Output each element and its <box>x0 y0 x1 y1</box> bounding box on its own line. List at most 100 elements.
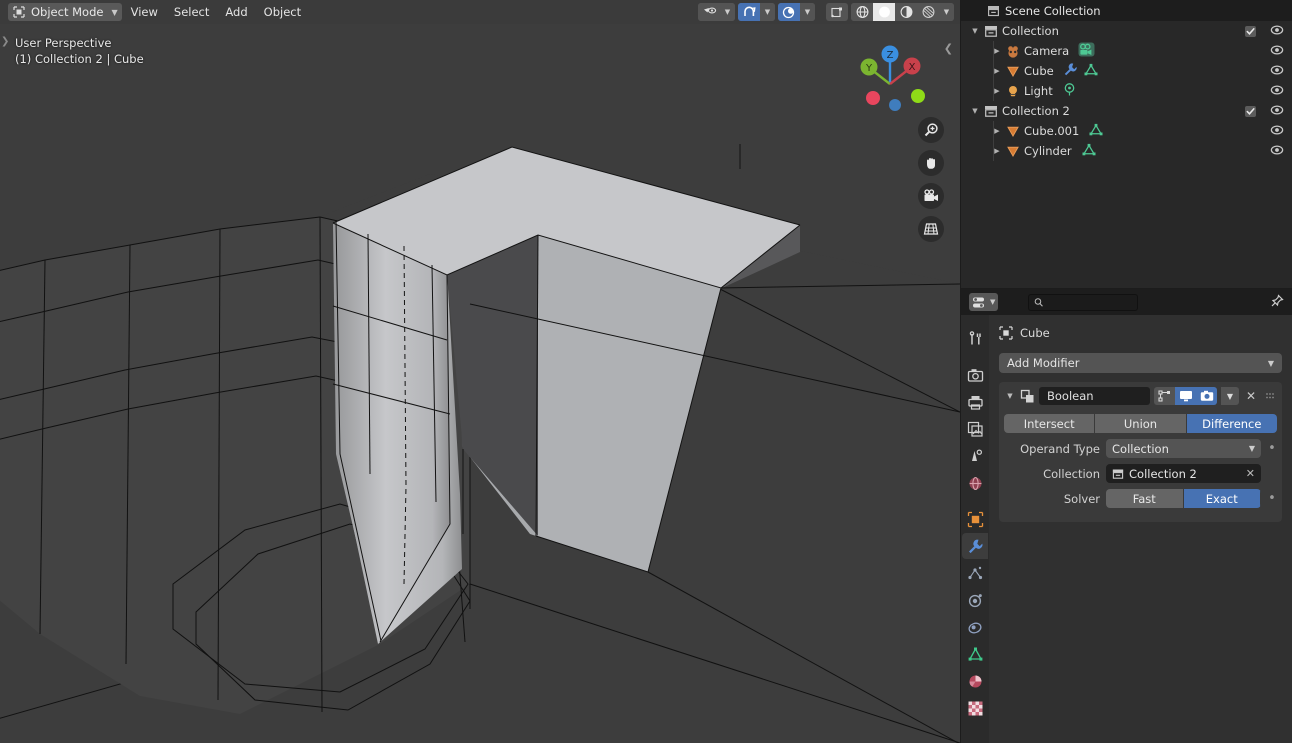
outliner-visibility-toggle[interactable] <box>1270 44 1284 59</box>
outliner-row-cube-001[interactable]: ▶ Cube.001 <box>961 121 1292 141</box>
outliner-expand-toggle[interactable]: ▼ <box>969 107 981 115</box>
chevron-down-icon[interactable]: ▼ <box>760 3 775 21</box>
pin-icon <box>1271 293 1284 306</box>
properties-tab-particles[interactable] <box>962 560 988 586</box>
edit-mode-icon[interactable] <box>1154 387 1175 405</box>
search-input[interactable] <box>1047 296 1133 308</box>
camera-view-tool[interactable] <box>918 183 944 209</box>
boolean-op-difference[interactable]: Difference <box>1186 414 1277 433</box>
pin-button[interactable] <box>1270 293 1284 311</box>
proportional-edit-icon[interactable] <box>778 3 800 21</box>
properties-tab-view-layer[interactable] <box>962 416 988 442</box>
transform-pivot-icon[interactable] <box>826 3 848 21</box>
navigation-gizmo[interactable]: Z Y X <box>848 36 932 120</box>
outliner-visibility-toggle[interactable] <box>1270 104 1284 119</box>
modifier-name-field[interactable]: Boolean <box>1039 387 1150 405</box>
mode-selector[interactable]: Object Mode ▼ <box>8 3 122 21</box>
mesh-data-icon[interactable] <box>1088 122 1104 140</box>
outliner-visibility-toggle[interactable] <box>1270 84 1284 99</box>
outliner-row-cylinder[interactable]: ▶ Cylinder <box>961 141 1292 161</box>
modifier-collapse-toggle[interactable]: ▼ <box>1004 392 1016 400</box>
rendered-sphere-icon[interactable] <box>917 3 939 21</box>
outliner-checkbox[interactable] <box>1245 105 1256 117</box>
outliner-checkbox[interactable] <box>1245 25 1256 37</box>
properties-tab-scene[interactable] <box>962 443 988 469</box>
camera-icon[interactable] <box>1196 387 1217 405</box>
breadcrumb-object-label: Cube <box>1020 326 1050 340</box>
properties-tab-texture[interactable] <box>962 695 988 721</box>
editor-type-selector[interactable]: ▼ <box>969 293 999 311</box>
properties-tab-modifiers[interactable] <box>962 533 988 559</box>
camera-object-icon[interactable] <box>1078 42 1095 60</box>
3d-viewport[interactable]: ❯ User Perspective (1) Collection 2 | Cu… <box>0 24 960 743</box>
clear-collection-button[interactable]: ✕ <box>1246 467 1255 480</box>
outliner-tree[interactable]: ▼ Collection ▶ Camera ▶ Cube ▶ Light ▼ Collection… <box>961 21 1292 161</box>
outliner-row-camera[interactable]: ▶ Camera <box>961 41 1292 61</box>
eye-cursor-icon[interactable] <box>698 3 720 21</box>
properties-tab-material[interactable] <box>962 668 988 694</box>
drag-grip-icon[interactable] <box>1263 391 1277 401</box>
menu-object[interactable]: Object <box>257 3 308 21</box>
chevron-down-icon[interactable]: ▼ <box>800 3 815 21</box>
properties-tab-render[interactable] <box>962 362 988 388</box>
chevron-down-icon[interactable]: ▼ <box>939 3 954 21</box>
outliner-visibility-toggle[interactable] <box>1270 24 1284 39</box>
visibility-filter-group[interactable]: ▼ <box>698 3 735 21</box>
outliner-row-light[interactable]: ▶ Light <box>961 81 1292 101</box>
boolean-operation-selector[interactable]: Intersect Union Difference <box>1004 414 1277 433</box>
sidebar-expand-right-icon[interactable]: ❮ <box>944 42 953 55</box>
add-modifier-button[interactable]: Add Modifier ▼ <box>999 353 1282 373</box>
sidebar-expand-left-icon[interactable]: ❯ <box>1 36 9 47</box>
properties-tab-physics[interactable] <box>962 587 988 613</box>
zoom-tool[interactable] <box>918 117 944 143</box>
modifier-extras-dropdown[interactable]: ▼ <box>1221 387 1239 405</box>
pan-tool[interactable] <box>918 150 944 176</box>
operand-type-animate-dot[interactable]: • <box>1267 442 1277 455</box>
solver-exact[interactable]: Exact <box>1183 489 1261 508</box>
outliner-row-collection[interactable]: ▼ Collection <box>961 21 1292 41</box>
solver-selector[interactable]: Fast Exact <box>1106 489 1261 508</box>
properties-tab-world[interactable] <box>962 470 988 496</box>
properties-tab-tool[interactable] <box>962 326 988 352</box>
wireframe-globe-icon[interactable] <box>851 3 873 21</box>
menu-add[interactable]: Add <box>218 3 254 21</box>
mesh-data-icon[interactable] <box>1081 142 1097 160</box>
boolean-op-union[interactable]: Union <box>1095 414 1187 433</box>
properties-tab-object[interactable] <box>962 506 988 532</box>
solver-animate-dot[interactable]: • <box>1267 492 1277 505</box>
properties-tab-object-data[interactable] <box>962 641 988 667</box>
boolean-op-intersect[interactable]: Intersect <box>1004 414 1096 433</box>
snap-group[interactable]: ▼ <box>738 3 775 21</box>
outliner-row-cube[interactable]: ▶ Cube <box>961 61 1292 81</box>
collection-icon <box>984 104 998 118</box>
solid-sphere-icon[interactable] <box>873 3 895 21</box>
wrench-modifier-icon[interactable] <box>1063 62 1078 80</box>
outliner-expand-toggle[interactable]: ▼ <box>969 27 981 35</box>
menu-view[interactable]: View <box>124 3 165 21</box>
light-data-icon[interactable] <box>1062 82 1077 100</box>
collection-id-field[interactable]: Collection 2 ✕ <box>1106 464 1261 483</box>
chevron-down-icon[interactable]: ▼ <box>720 3 735 21</box>
magnet-snap-icon[interactable] <box>738 3 760 21</box>
outliner-visibility-toggle[interactable] <box>1270 124 1284 139</box>
monitor-icon[interactable] <box>1175 387 1196 405</box>
toggle-perspective-tool[interactable] <box>918 216 944 242</box>
outliner-visibility-toggle[interactable] <box>1270 144 1284 159</box>
gizmo-toggle-group[interactable] <box>826 3 848 21</box>
outliner-visibility-toggle[interactable] <box>1270 64 1284 79</box>
shading-mode-group[interactable]: ▼ <box>851 3 954 21</box>
operand-type-dropdown[interactable]: Collection ▼ <box>1106 439 1261 458</box>
properties-search[interactable] <box>1028 293 1139 311</box>
outliner-row-collection-2[interactable]: ▼ Collection 2 <box>961 101 1292 121</box>
properties-tab-constraints[interactable] <box>962 614 988 640</box>
solver-fast[interactable]: Fast <box>1106 489 1184 508</box>
properties-editor[interactable]: ▼ Cube Add Modifier ▼ ▼ Boolean ▼ ✕ Inte… <box>960 288 1292 743</box>
outliner-editor[interactable]: Scene Collection ▼ Collection ▶ Camera ▶ Cube… <box>960 0 1292 288</box>
properties-tab-strip[interactable] <box>961 315 989 743</box>
modifier-delete-button[interactable]: ✕ <box>1243 389 1259 403</box>
properties-tab-output[interactable] <box>962 389 988 415</box>
menu-select[interactable]: Select <box>167 3 216 21</box>
material-preview-icon[interactable] <box>895 3 917 21</box>
mesh-data-icon[interactable] <box>1083 62 1099 80</box>
proportional-editing-group[interactable]: ▼ <box>778 3 815 21</box>
